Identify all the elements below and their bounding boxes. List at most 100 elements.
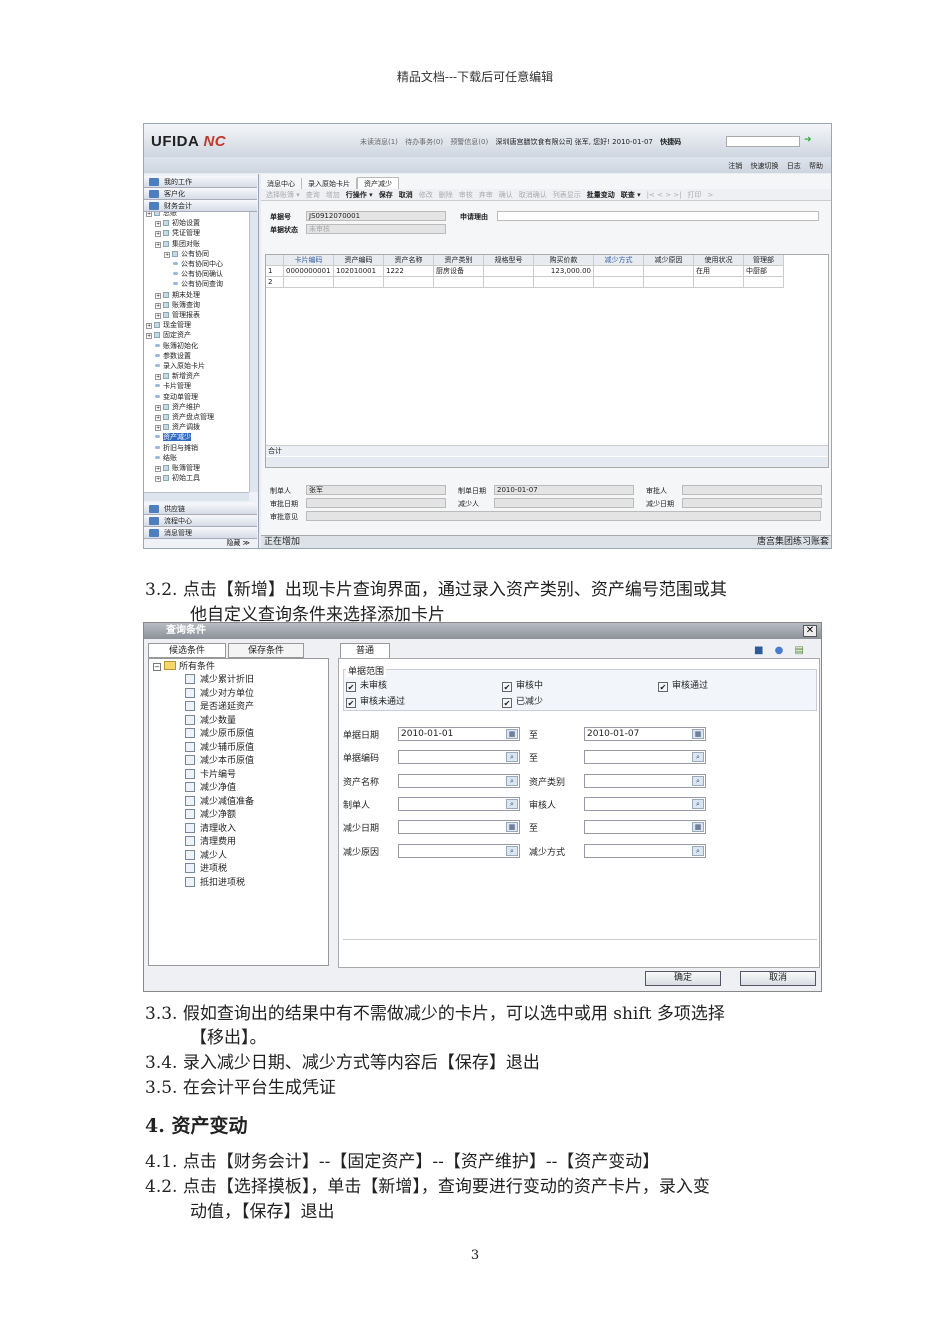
tree-node[interactable]: 折旧与摊销 — [155, 443, 198, 453]
tree-node[interactable]: 公有协同查询 — [173, 279, 223, 289]
cancel-button[interactable]: 取消 — [740, 971, 816, 986]
toolbar-button[interactable]: 删除 — [439, 191, 453, 199]
condition-item[interactable]: 抵扣进项税 — [185, 876, 245, 890]
tree-node[interactable]: + 现金管理 — [146, 320, 191, 330]
expand-toggle-icon[interactable]: + — [155, 374, 161, 381]
tree-node[interactable]: 录入原始卡片 — [155, 361, 205, 371]
toolbar-button[interactable]: 查询 — [306, 191, 320, 199]
condition-item[interactable]: 是否递延资产 — [185, 701, 254, 714]
shortcut-input[interactable] — [726, 136, 800, 147]
tree-root[interactable]: − 所有条件 — [153, 661, 215, 674]
tree-node[interactable]: + 资产维护 — [155, 402, 200, 412]
calendar-icon[interactable]: ▦ — [506, 822, 518, 833]
field-input[interactable]: 2010-01-01 ▦ — [398, 727, 520, 741]
field-input[interactable]: ⌕ — [584, 750, 706, 765]
tree-node[interactable]: + 固定资产 — [146, 330, 191, 340]
checkbox-box[interactable]: ✔ — [502, 682, 512, 692]
todo-link[interactable]: 待办事务(0) — [405, 138, 443, 146]
expand-toggle-icon[interactable]: + — [155, 476, 161, 483]
condition-item[interactable]: 进项税 — [185, 863, 227, 876]
condition-item[interactable]: 减少人 — [185, 849, 227, 863]
toolbar-button[interactable]: 行操作 ▾ — [346, 191, 373, 199]
expand-toggle-icon[interactable]: + — [155, 466, 161, 472]
field-input[interactable]: ▦ — [584, 820, 706, 835]
tab-candidate-conditions[interactable]: 候选条件 — [148, 643, 226, 658]
field-input[interactable]: ⌕ — [584, 796, 706, 811]
tree-vertical-scrollbar[interactable] — [249, 212, 258, 492]
close-button[interactable]: ✕ — [803, 625, 817, 637]
condition-item[interactable]: 减少净额 — [185, 809, 236, 822]
clear-icon[interactable]: ● — [775, 645, 784, 656]
logout-link[interactable]: 注销 — [728, 162, 742, 170]
footer-field[interactable] — [306, 498, 446, 508]
field-input[interactable]: ⌕ — [398, 796, 520, 811]
tree-node[interactable]: 变动单管理 — [155, 392, 198, 402]
toolbar-button[interactable]: 取消 — [399, 191, 413, 199]
checkbox-box[interactable]: ✔ — [502, 698, 512, 708]
tree-node[interactable]: 资产减少 — [155, 432, 191, 442]
toolbar-button[interactable]: 批量变动 — [587, 191, 615, 199]
toolbar-button[interactable]: 打印 — [688, 191, 702, 199]
tree-node[interactable]: + 凭证管理 — [155, 228, 200, 238]
condition-item[interactable]: 卡片编号 — [185, 768, 236, 782]
tree-node[interactable]: + 初始工具 — [155, 473, 200, 483]
toolbar-button[interactable]: |< < > >| — [647, 191, 682, 199]
status-select[interactable]: 未审核 — [306, 224, 446, 234]
collapse-icon[interactable]: − — [153, 663, 161, 671]
hide-sidebar-button[interactable]: 隐藏 ≫ — [226, 538, 250, 548]
tree-node[interactable]: 公有协同确认 — [173, 269, 223, 279]
reason-field[interactable] — [497, 211, 819, 221]
section-my-work[interactable]: 我的工作 — [144, 176, 257, 188]
toolbar-button[interactable]: 确认 — [499, 191, 513, 199]
tree-node[interactable]: + 集团对账 — [155, 239, 200, 249]
search-icon[interactable]: ⌕ — [692, 775, 704, 786]
tree-node[interactable]: 结账 — [155, 453, 177, 463]
help-link[interactable]: 帮助 — [809, 162, 823, 170]
footer-field[interactable] — [682, 485, 822, 495]
field-input[interactable]: ⌕ — [584, 773, 706, 788]
condition-item[interactable]: 减少累计折旧 — [185, 674, 254, 687]
tree-horizontal-scrollbar[interactable] — [144, 492, 249, 501]
search-icon[interactable]: ⌕ — [506, 845, 518, 856]
toolbar-button[interactable]: 增加 — [326, 191, 340, 199]
condition-item[interactable]: 减少原币原值 — [185, 728, 254, 741]
field-input[interactable]: ▦ — [398, 820, 520, 835]
footer-field[interactable]: 2010-01-07 — [494, 485, 634, 495]
tree-node[interactable]: 公有协同中心 — [173, 259, 223, 269]
calendar-icon[interactable]: ▦ — [692, 822, 704, 833]
tab-saved-conditions[interactable]: 保存条件 — [228, 643, 304, 658]
expand-toggle-icon[interactable]: + — [155, 241, 161, 248]
tree-node[interactable]: + 公有协同 — [164, 249, 209, 259]
tree-node[interactable]: 参数设置 — [155, 351, 191, 361]
expand-toggle-icon[interactable]: + — [146, 333, 152, 340]
tree-node[interactable]: 卡片管理 — [155, 381, 191, 391]
tree-node[interactable]: + 初始设置 — [155, 218, 200, 228]
condition-item[interactable]: 减少本币原值 — [185, 755, 254, 768]
condition-item[interactable]: 清理收入 — [185, 822, 236, 836]
expand-toggle-icon[interactable]: + — [164, 251, 170, 258]
status-checkbox[interactable]: ✔ 审核中 — [502, 678, 543, 692]
section-workflow[interactable]: 流程中心 — [144, 515, 257, 527]
tab-general[interactable]: 普通 — [340, 643, 390, 658]
expand-toggle-icon[interactable]: + — [146, 323, 152, 330]
unread-messages-link[interactable]: 未读消息(1) — [360, 138, 398, 146]
tree-node[interactable]: + 资产盘点管理 — [155, 412, 214, 422]
search-icon[interactable]: ⌕ — [692, 752, 704, 763]
expand-toggle-icon[interactable]: + — [155, 292, 161, 299]
search-icon[interactable]: ⌕ — [506, 752, 518, 763]
expand-toggle-icon[interactable]: + — [155, 404, 161, 411]
section-customize[interactable]: 客户化 — [144, 188, 257, 200]
tree-node[interactable]: + 总账 — [146, 212, 177, 218]
field-input[interactable]: ⌕ — [398, 843, 520, 858]
quick-switch-link[interactable]: 快速切换 — [751, 162, 779, 170]
toolbar-button[interactable]: 联查 ▾ — [621, 191, 641, 199]
tree-node[interactable]: + 管理报表 — [155, 310, 200, 320]
expand-toggle-icon[interactable]: + — [155, 425, 161, 432]
checkbox-box[interactable]: ✔ — [658, 682, 668, 692]
expand-toggle-icon[interactable]: + — [155, 221, 161, 228]
toolbar-button[interactable]: 修改 — [419, 191, 433, 199]
field-input[interactable]: ⌕ — [398, 773, 520, 788]
condition-item[interactable]: 减少减值准备 — [185, 795, 254, 809]
log-link[interactable]: 日志 — [787, 162, 801, 170]
export-icon[interactable]: ▤ — [795, 645, 804, 656]
